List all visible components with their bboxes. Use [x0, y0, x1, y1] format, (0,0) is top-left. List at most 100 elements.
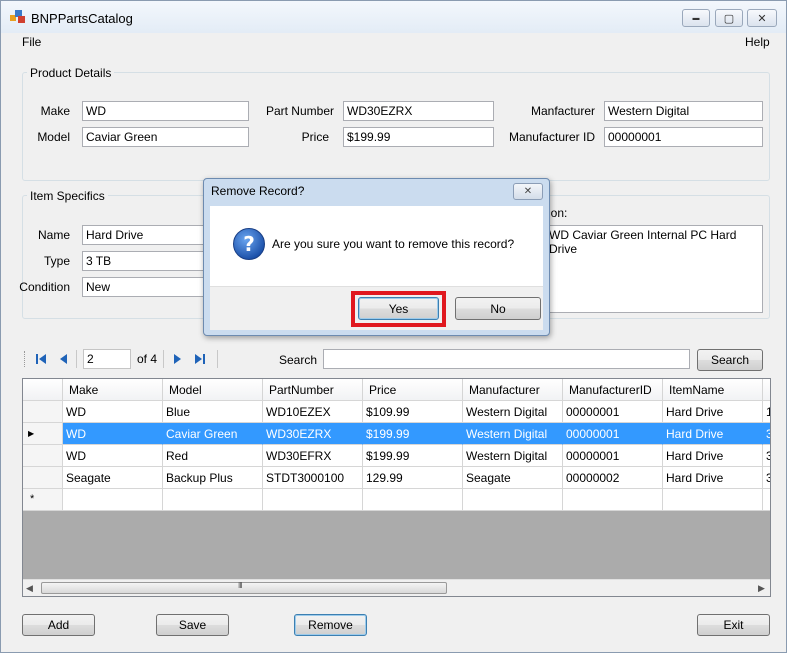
- price-field[interactable]: $199.99: [343, 127, 494, 147]
- toolbar-grip: [24, 351, 26, 367]
- table-cell-partnumber[interactable]: WD10EZEX: [263, 401, 363, 423]
- remove-record-dialog: Remove Record? ✕ ? Are you sure you want…: [203, 178, 550, 336]
- menu-bar: File Help: [1, 33, 786, 53]
- table-cell-itemname[interactable]: Hard Drive: [663, 445, 763, 467]
- table-cell-make[interactable]: WD: [63, 423, 163, 445]
- table-cell-manufacturer[interactable]: Western Digital: [463, 401, 563, 423]
- table-cell-itemname[interactable]: Hard Drive: [663, 401, 763, 423]
- type-field[interactable]: 3 TB: [82, 251, 222, 271]
- table-cell-partnumber[interactable]: WD30EZRX: [263, 423, 363, 445]
- search-button[interactable]: Search: [697, 349, 763, 371]
- table-cell-partnumber[interactable]: STDT3000100: [263, 467, 363, 489]
- table-cell-empty[interactable]: [763, 489, 770, 511]
- table-cell-overflow[interactable]: 1: [763, 401, 770, 423]
- records-grid[interactable]: Make Model PartNumber Price Manufacturer Manu…: [22, 378, 771, 597]
- row-header[interactable]: ▶: [23, 423, 63, 445]
- make-field[interactable]: WD: [82, 101, 249, 121]
- table-cell-manufacturer[interactable]: Western Digital: [463, 445, 563, 467]
- table-cell-partnumber[interactable]: WD30EFRX: [263, 445, 363, 467]
- column-header-model[interactable]: Model: [163, 379, 263, 401]
- description-field[interactable]: WD Caviar Green Internal PC Hard Drive: [521, 225, 763, 313]
- table-cell-manufacturerid[interactable]: 00000001: [563, 445, 663, 467]
- part-number-field[interactable]: WD30EZRX: [343, 101, 494, 121]
- table-cell-overflow[interactable]: 3: [763, 423, 770, 445]
- table-row[interactable]: Seagate Backup Plus STDT3000100 129.99 Seaga…: [23, 467, 770, 489]
- maximize-button[interactable]: ▢: [715, 9, 743, 27]
- question-icon: ?: [233, 228, 265, 260]
- table-cell-empty[interactable]: [463, 489, 563, 511]
- column-header-manufacturer[interactable]: Manufacturer: [463, 379, 563, 401]
- table-cell-model[interactable]: Caviar Green: [163, 423, 263, 445]
- table-row[interactable]: WD Red WD30EFRX $199.99 Western Digital 00000…: [23, 445, 770, 467]
- grid-header-row: Make Model PartNumber Price Manufacturer Manu…: [23, 379, 770, 401]
- dialog-close-icon: ✕: [523, 186, 533, 197]
- add-button[interactable]: Add: [22, 614, 95, 636]
- menu-file[interactable]: File: [22, 35, 41, 49]
- scroll-left-icon[interactable]: ◀: [26, 583, 33, 594]
- menu-help[interactable]: Help: [745, 35, 770, 49]
- move-next-button[interactable]: [170, 351, 184, 367]
- table-cell-manufacturerid[interactable]: 00000001: [563, 423, 663, 445]
- position-field[interactable]: 2: [83, 349, 131, 369]
- exit-button[interactable]: Exit: [697, 614, 770, 636]
- table-cell-price[interactable]: $199.99: [363, 423, 463, 445]
- table-cell-empty[interactable]: [563, 489, 663, 511]
- column-header-manufacturerid[interactable]: ManufacturerID: [563, 379, 663, 401]
- move-first-button[interactable]: [34, 351, 48, 367]
- row-header[interactable]: [23, 445, 63, 467]
- minimize-button[interactable]: ▬: [682, 9, 710, 27]
- table-cell-overflow[interactable]: 3: [763, 467, 770, 489]
- table-cell-empty[interactable]: [163, 489, 263, 511]
- column-header-partnumber[interactable]: PartNumber: [263, 379, 363, 401]
- table-cell-model[interactable]: Blue: [163, 401, 263, 423]
- search-input[interactable]: [323, 349, 690, 369]
- table-cell-price[interactable]: $109.99: [363, 401, 463, 423]
- dialog-close-button[interactable]: ✕: [513, 183, 543, 200]
- table-cell-make[interactable]: WD: [63, 401, 163, 423]
- new-record-row[interactable]: *: [23, 489, 770, 511]
- table-row[interactable]: ▶ WD Caviar Green WD30EZRX $199.99 Western Di…: [23, 423, 770, 445]
- table-cell-itemname[interactable]: Hard Drive: [663, 423, 763, 445]
- table-cell-price[interactable]: $199.99: [363, 445, 463, 467]
- remove-button[interactable]: Remove: [294, 614, 367, 636]
- table-cell-manufacturerid[interactable]: 00000002: [563, 467, 663, 489]
- row-header[interactable]: [23, 401, 63, 423]
- column-header-itemname[interactable]: ItemName: [663, 379, 763, 401]
- horizontal-scrollbar[interactable]: ◀ III ▶: [23, 579, 770, 596]
- title-bar[interactable]: BNPPartsCatalog ▬ ▢ ✕: [1, 1, 786, 33]
- table-cell-make[interactable]: Seagate: [63, 467, 163, 489]
- yes-button[interactable]: Yes: [358, 297, 439, 320]
- no-button[interactable]: No: [455, 297, 541, 320]
- scroll-right-icon[interactable]: ▶: [758, 583, 765, 594]
- row-header[interactable]: [23, 467, 63, 489]
- table-cell-manufacturer[interactable]: Seagate: [463, 467, 563, 489]
- manufacturer-label: Manfacturer: [530, 104, 595, 118]
- column-header-make[interactable]: Make: [63, 379, 163, 401]
- table-cell-model[interactable]: Red: [163, 445, 263, 467]
- scroll-thumb[interactable]: III: [41, 581, 447, 594]
- table-cell-make[interactable]: WD: [63, 445, 163, 467]
- column-header-price[interactable]: Price: [363, 379, 463, 401]
- maximize-icon: ▢: [723, 12, 735, 25]
- save-button[interactable]: Save: [156, 614, 229, 636]
- move-last-button[interactable]: [193, 351, 207, 367]
- table-cell-overflow[interactable]: 3: [763, 445, 770, 467]
- table-cell-manufacturer[interactable]: Western Digital: [463, 423, 563, 445]
- table-cell-empty[interactable]: [363, 489, 463, 511]
- table-cell-manufacturerid[interactable]: 00000001: [563, 401, 663, 423]
- manufacturer-id-field[interactable]: 00000001: [604, 127, 763, 147]
- table-cell-itemname[interactable]: Hard Drive: [663, 467, 763, 489]
- table-cell-empty[interactable]: [263, 489, 363, 511]
- name-field[interactable]: Hard Drive: [82, 225, 222, 245]
- table-cell-price[interactable]: 129.99: [363, 467, 463, 489]
- table-cell-empty[interactable]: [663, 489, 763, 511]
- new-row-header[interactable]: *: [23, 489, 63, 511]
- table-row[interactable]: WD Blue WD10EZEX $109.99 Western Digital 0000…: [23, 401, 770, 423]
- model-field[interactable]: Caviar Green: [82, 127, 249, 147]
- close-button[interactable]: ✕: [747, 9, 777, 27]
- table-cell-empty[interactable]: [63, 489, 163, 511]
- condition-field[interactable]: New: [82, 277, 222, 297]
- table-cell-model[interactable]: Backup Plus: [163, 467, 263, 489]
- manufacturer-field[interactable]: Western Digital: [604, 101, 763, 121]
- move-previous-button[interactable]: [57, 351, 71, 367]
